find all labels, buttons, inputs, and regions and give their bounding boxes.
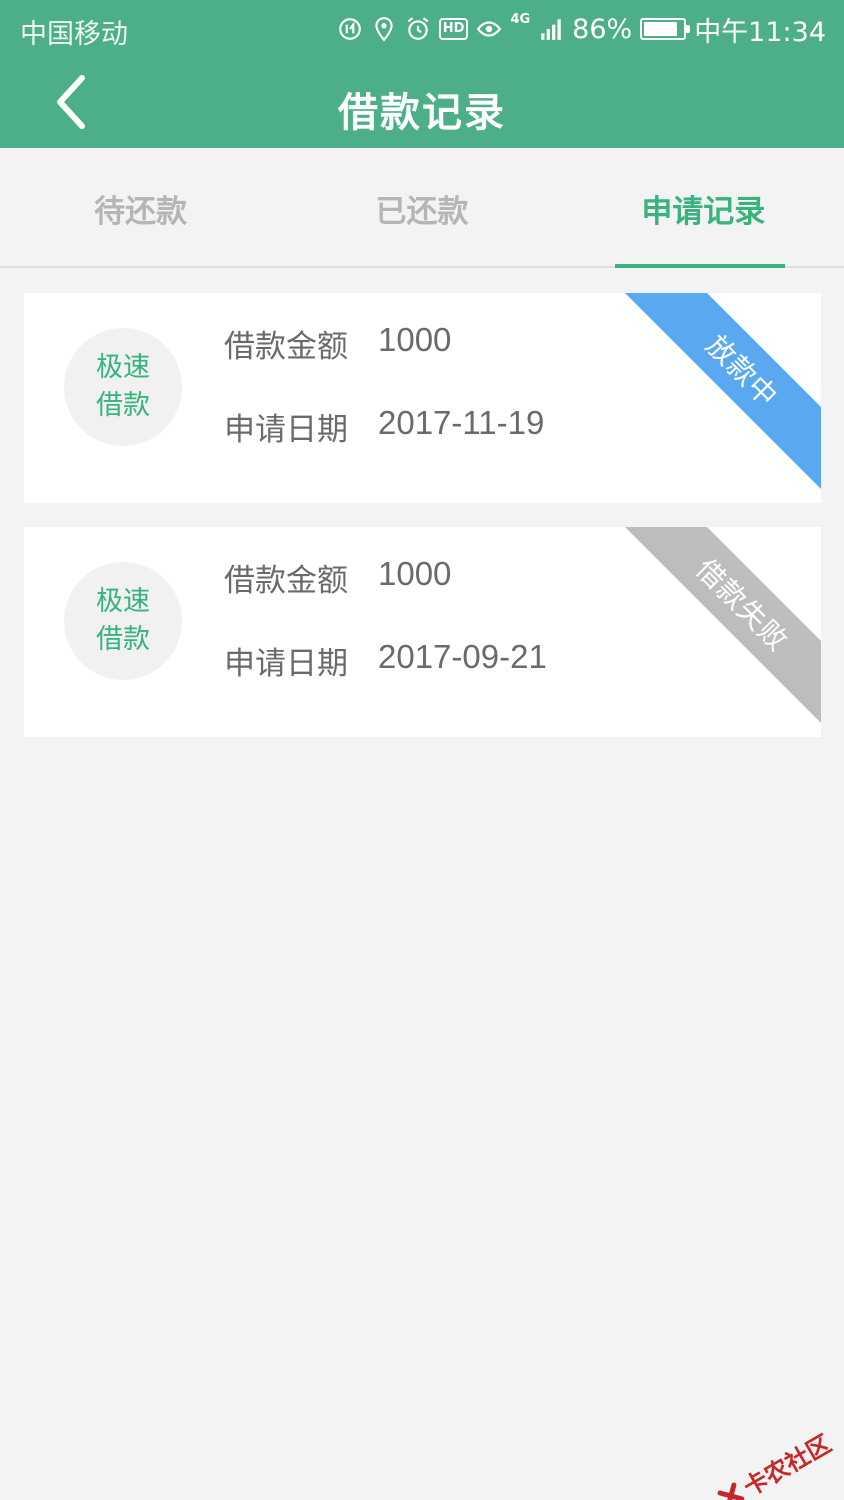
- page-title: 借款记录: [338, 90, 506, 136]
- status-ribbon-wrap: 放款中: [621, 293, 821, 493]
- status-ribbon-wrap: 借款失败: [621, 527, 821, 727]
- product-badge: 极速 借款: [64, 562, 182, 680]
- carrier-name: 中国移动: [20, 19, 128, 50]
- battery-percent: 86%: [572, 13, 633, 45]
- active-tab-indicator: [614, 264, 785, 268]
- alarm-icon: [405, 16, 431, 42]
- date-row: 申请日期 2017-11-19: [224, 404, 544, 449]
- tab-bar: 待还款 已还款 申请记录: [0, 150, 844, 268]
- date-value: 2017-11-19: [378, 404, 545, 441]
- badge-line: 极速: [96, 352, 150, 383]
- loan-record-card[interactable]: 极速 借款 借款金额 1000 申请日期 2017-11-19 放款中: [24, 293, 821, 503]
- tab-label: 待还款: [94, 193, 188, 230]
- amount-row: 借款金额 1000: [224, 555, 451, 600]
- eye-comfort-icon: [476, 16, 502, 42]
- network-type: 4G: [510, 12, 531, 27]
- product-badge: 极速 借款: [64, 328, 182, 446]
- data-saver-icon: [337, 16, 363, 42]
- watermark-text: 卡农社区: [738, 1429, 836, 1500]
- hd-voice-icon: HD: [438, 18, 469, 40]
- app-header: 借款记录: [0, 58, 844, 148]
- tab-pending-repayment[interactable]: 待还款: [0, 150, 281, 266]
- date-value: 2017-09-21: [378, 638, 547, 675]
- tab-label: 申请记录: [641, 193, 766, 230]
- tab-repaid[interactable]: 已还款: [281, 150, 562, 266]
- battery-icon: [640, 18, 691, 40]
- watermark-logo: 卡农社区: [712, 1424, 837, 1500]
- status-ribbon: 放款中: [623, 293, 821, 490]
- badge-line: 极速: [96, 586, 150, 617]
- date-row: 申请日期 2017-09-21: [224, 638, 547, 683]
- tab-application-records[interactable]: 申请记录: [563, 150, 844, 268]
- amount-value: 1000: [378, 321, 452, 358]
- badge-line: 借款: [96, 624, 150, 655]
- signal-icon: [538, 16, 564, 42]
- tab-label: 已还款: [375, 193, 469, 230]
- status-ribbon: 借款失败: [623, 527, 821, 724]
- amount-row: 借款金额 1000: [224, 321, 451, 366]
- date-label: 申请日期: [224, 646, 348, 682]
- status-bar: 中国移动 HD 4G 86% 中午11:34: [0, 0, 844, 58]
- battery-level: [644, 22, 677, 36]
- badge-line: 借款: [96, 390, 150, 421]
- amount-label: 借款金额: [224, 329, 348, 365]
- amount-value: 1000: [378, 555, 452, 592]
- location-icon: [371, 16, 397, 42]
- date-label: 申请日期: [224, 412, 348, 448]
- amount-label: 借款金额: [224, 563, 348, 599]
- clock: 中午11:34: [694, 16, 826, 48]
- status-icons: HD 4G 86% 中午11:34: [337, 10, 826, 48]
- loan-record-card[interactable]: 极速 借款 借款金额 1000 申请日期 2017-09-21 借款失败: [24, 527, 821, 737]
